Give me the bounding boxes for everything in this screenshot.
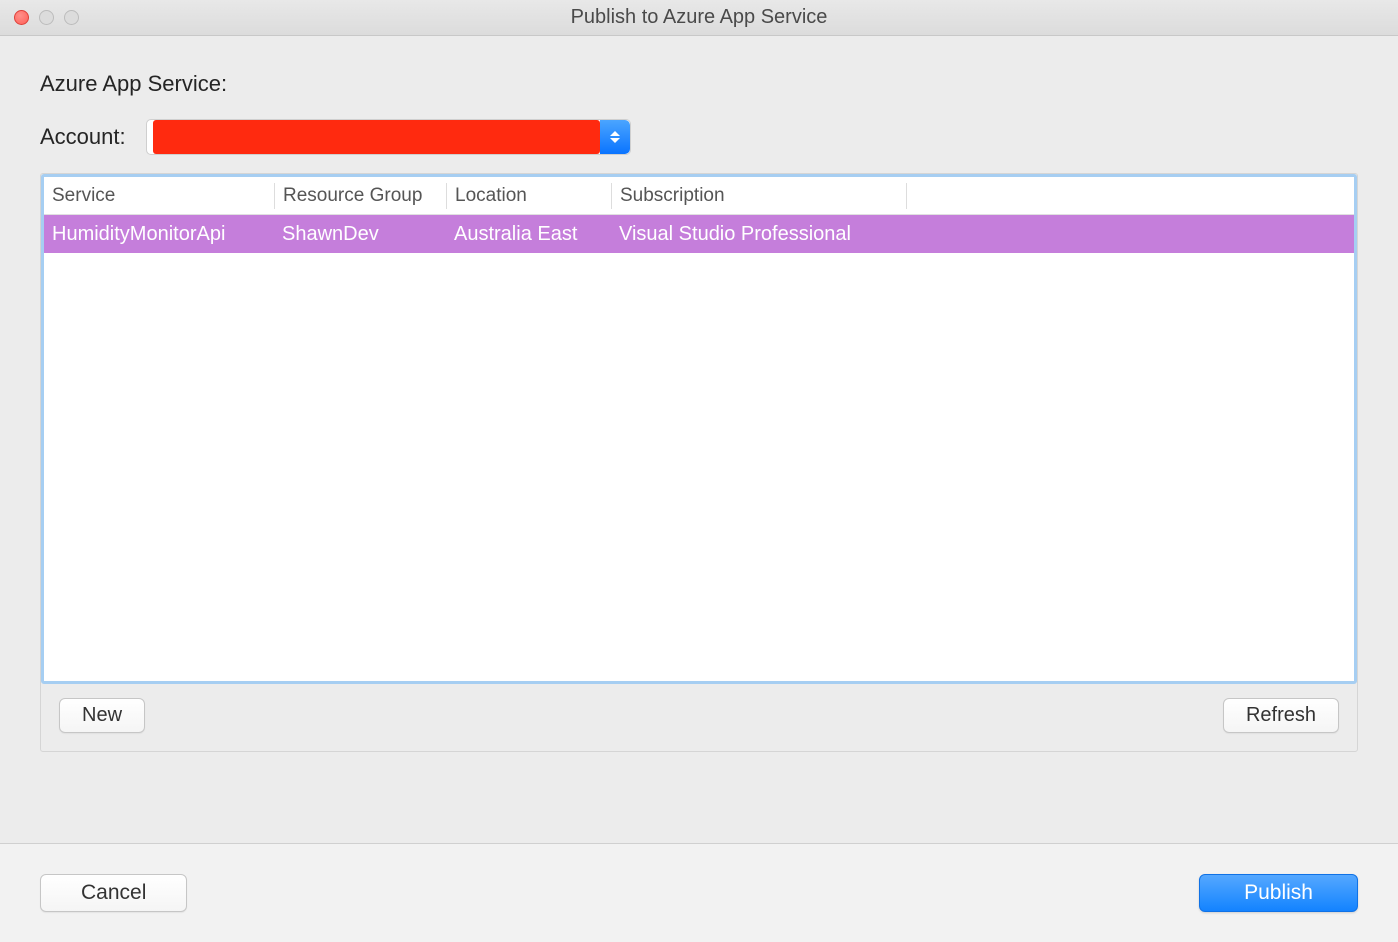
- account-row: Account:: [40, 119, 1358, 155]
- publish-button[interactable]: Publish: [1199, 874, 1358, 912]
- cancel-button[interactable]: Cancel: [40, 874, 187, 912]
- col-header-service[interactable]: Service: [44, 183, 274, 209]
- account-dropdown[interactable]: [146, 119, 631, 155]
- window-controls: [0, 10, 79, 25]
- table-header: Service Resource Group Location Subscrip…: [44, 177, 1354, 215]
- titlebar: Publish to Azure App Service: [0, 0, 1398, 36]
- chevron-up-down-icon: [600, 120, 630, 154]
- refresh-button[interactable]: Refresh: [1223, 698, 1339, 733]
- panel-button-row: New Refresh: [41, 698, 1357, 751]
- cell-location: Australia East: [446, 223, 611, 246]
- col-header-subscription[interactable]: Subscription: [611, 183, 906, 209]
- account-redacted: [153, 120, 600, 154]
- col-header-resource-group[interactable]: Resource Group: [274, 183, 446, 209]
- table-row[interactable]: HumidityMonitorApi ShawnDev Australia Ea…: [44, 215, 1354, 253]
- dialog-footer: Cancel Publish: [0, 843, 1398, 942]
- account-label: Account:: [40, 124, 126, 150]
- services-panel: Service Resource Group Location Subscrip…: [40, 173, 1358, 752]
- window-title: Publish to Azure App Service: [0, 6, 1398, 29]
- services-table[interactable]: Service Resource Group Location Subscrip…: [41, 174, 1357, 684]
- minimize-icon[interactable]: [39, 10, 54, 25]
- dialog-content: Azure App Service: Account: Service Reso…: [0, 36, 1398, 772]
- col-header-location[interactable]: Location: [446, 183, 611, 209]
- cell-subscription: Visual Studio Professional: [611, 223, 906, 246]
- section-title: Azure App Service:: [40, 71, 1358, 97]
- table-body: HumidityMonitorApi ShawnDev Australia Ea…: [44, 215, 1354, 253]
- close-icon[interactable]: [14, 10, 29, 25]
- cell-resource-group: ShawnDev: [274, 223, 446, 246]
- new-button[interactable]: New: [59, 698, 145, 733]
- col-header-empty: [906, 183, 1354, 209]
- cell-service: HumidityMonitorApi: [44, 223, 274, 246]
- maximize-icon[interactable]: [64, 10, 79, 25]
